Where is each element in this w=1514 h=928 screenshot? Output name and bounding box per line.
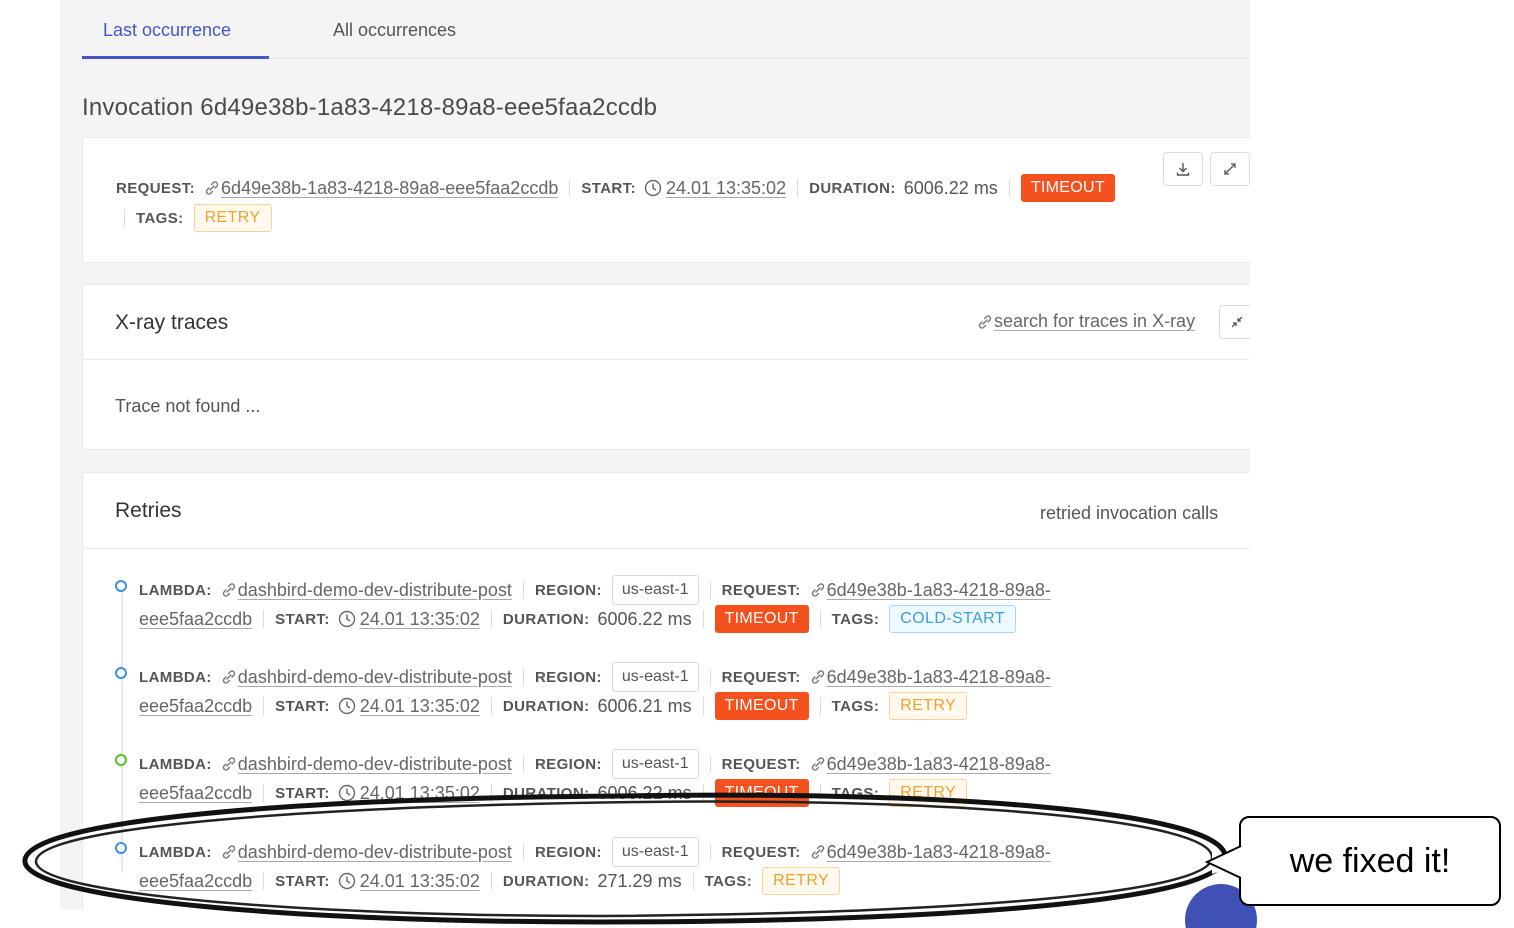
callout-pointer bbox=[1205, 845, 1244, 879]
annotation-callout: we fixed it! bbox=[1239, 816, 1501, 906]
screenshot: Last occurrence All occurrences Invocati… bbox=[0, 0, 1514, 928]
callout-text: we fixed it! bbox=[1289, 841, 1451, 880]
highlight-ellipse bbox=[22, 792, 1242, 925]
